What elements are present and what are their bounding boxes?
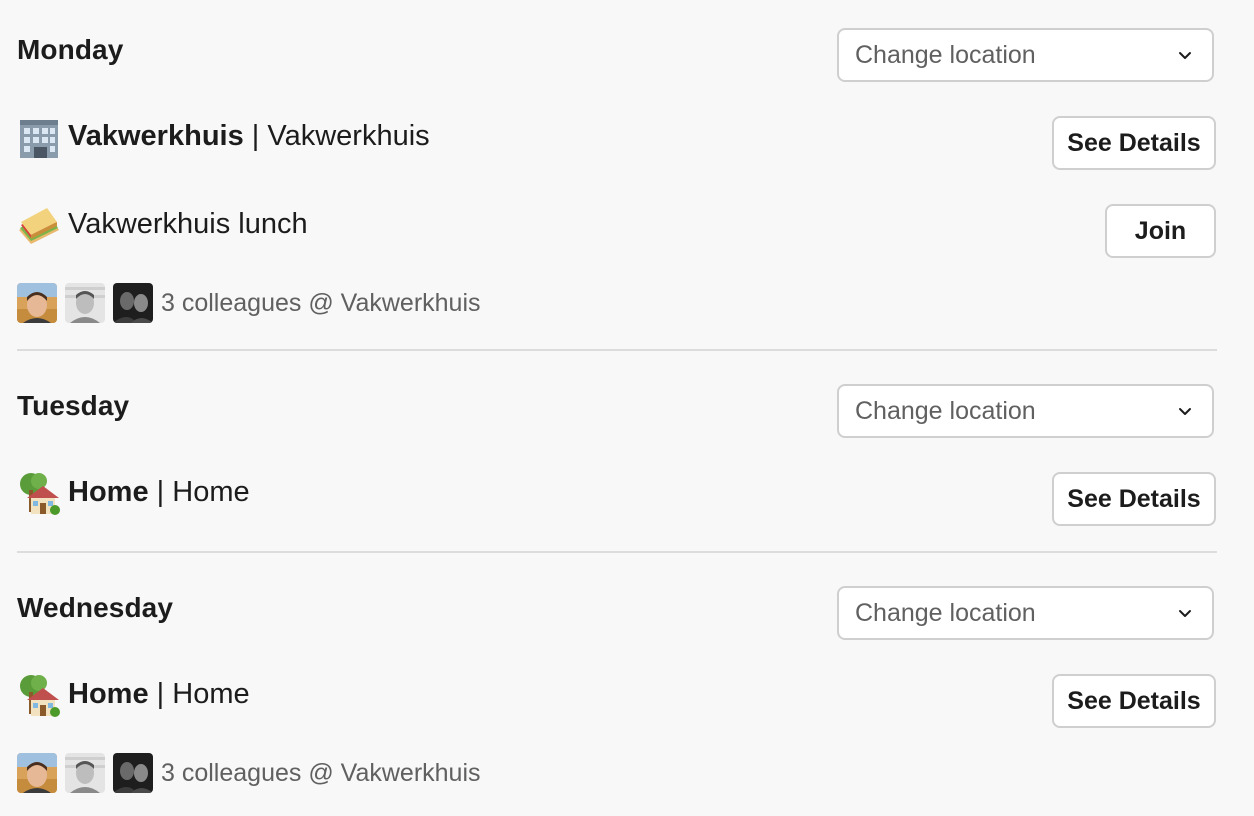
change-location-select[interactable]: Change location — [837, 384, 1214, 438]
divider — [17, 551, 1217, 553]
location-text: Vakwerkhuis | Vakwerkhuis — [68, 120, 430, 153]
location-name: Vakwerkhuis — [68, 120, 244, 152]
event-name: Vakwerkhuis lunch — [68, 208, 308, 240]
chevron-down-icon — [1174, 602, 1196, 624]
location-sub: Home — [172, 678, 250, 710]
location-row: Home | Home See Details — [17, 468, 1217, 526]
day-section-monday: Monday Change location Vakwerkhuis | Vak… — [17, 0, 1217, 350]
sandwich-icon — [17, 204, 61, 248]
colleagues-count: 3 colleagues @ Vakwerkhuis — [161, 288, 481, 317]
location-row: Vakwerkhuis | Vakwerkhuis See Details — [17, 112, 1217, 170]
avatar[interactable] — [17, 753, 57, 793]
location-text: Home | Home — [68, 678, 250, 711]
location-name: Home — [68, 678, 149, 710]
colleagues-count: 3 colleagues @ Vakwerkhuis — [161, 758, 481, 787]
location-name: Home — [68, 476, 149, 508]
join-button[interactable]: Join — [1105, 204, 1216, 258]
select-label: Change location — [855, 40, 1036, 69]
divider — [17, 349, 1217, 351]
day-section-wednesday: Wednesday Change location Home | Home Se… — [17, 558, 1217, 816]
chevron-down-icon — [1174, 44, 1196, 66]
location-sub: Vakwerkhuis — [267, 120, 430, 152]
avatar[interactable] — [17, 283, 57, 323]
location-text: Home | Home — [68, 476, 250, 509]
see-details-button[interactable]: See Details — [1052, 116, 1216, 170]
avatar[interactable] — [65, 283, 105, 323]
office-building-icon — [17, 116, 61, 160]
day-section-tuesday: Tuesday Change location Home | Home See … — [17, 356, 1217, 546]
change-location-select[interactable]: Change location — [837, 586, 1214, 640]
day-title: Tuesday — [17, 390, 130, 421]
day-title: Wednesday — [17, 592, 173, 623]
see-details-button[interactable]: See Details — [1052, 674, 1216, 728]
select-label: Change location — [855, 598, 1036, 627]
event-row: Vakwerkhuis lunch Join — [17, 200, 1217, 258]
colleagues-row: 3 colleagues @ Vakwerkhuis — [17, 752, 481, 794]
separator: | — [156, 678, 165, 710]
house-with-garden-icon — [17, 472, 61, 516]
house-with-garden-icon — [17, 674, 61, 718]
colleagues-row: 3 colleagues @ Vakwerkhuis — [17, 282, 481, 324]
day-title: Monday — [17, 34, 124, 65]
select-label: Change location — [855, 396, 1036, 425]
location-row: Home | Home See Details — [17, 670, 1217, 728]
change-location-select[interactable]: Change location — [837, 28, 1214, 82]
see-details-button[interactable]: See Details — [1052, 472, 1216, 526]
avatar[interactable] — [65, 753, 105, 793]
avatar[interactable] — [113, 753, 153, 793]
avatar[interactable] — [113, 283, 153, 323]
chevron-down-icon — [1174, 400, 1196, 422]
separator: | — [156, 476, 165, 508]
separator: | — [251, 120, 260, 152]
location-sub: Home — [172, 476, 250, 508]
